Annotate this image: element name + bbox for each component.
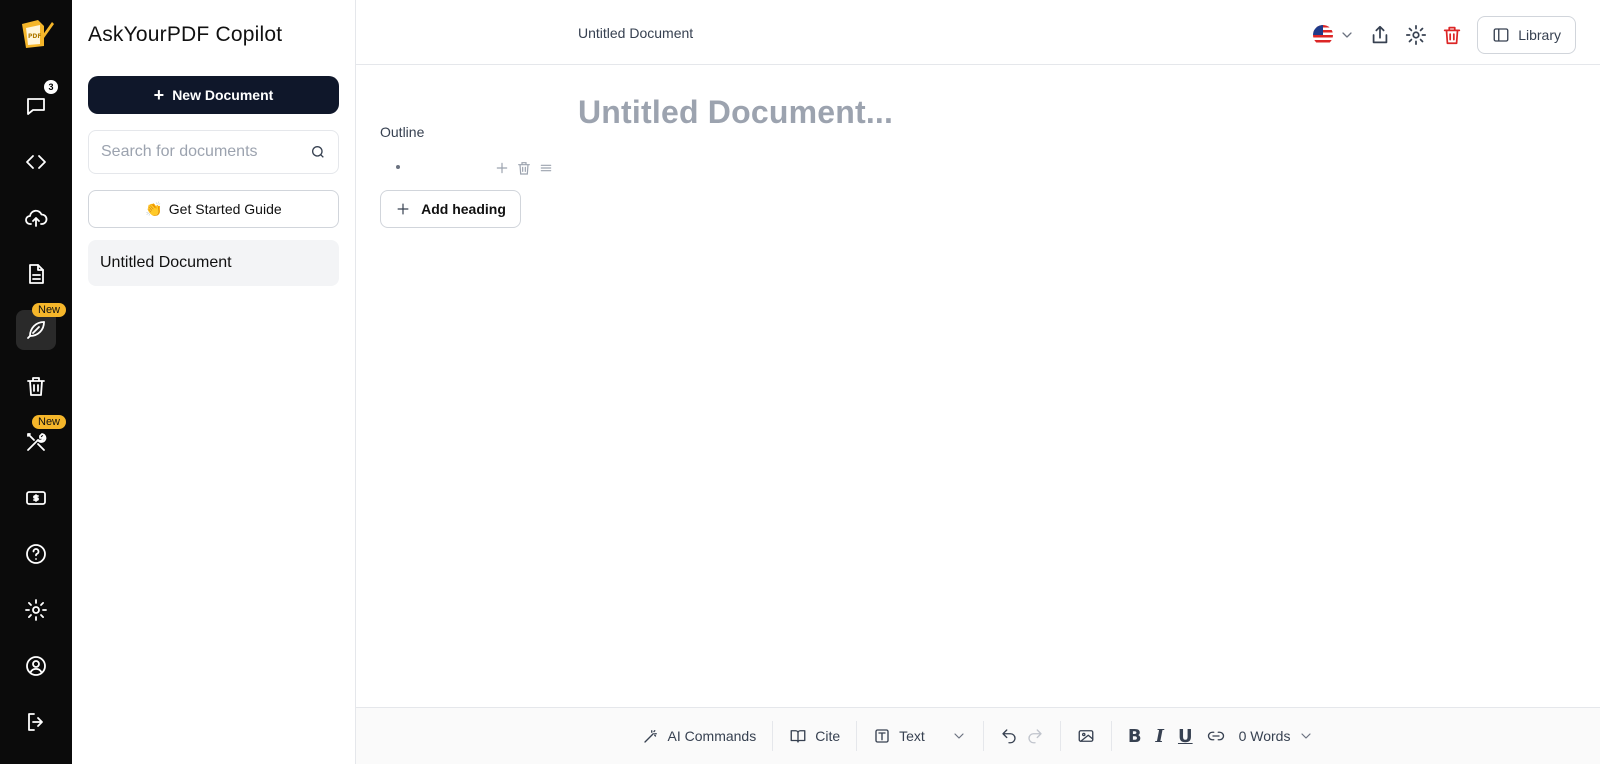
link-icon	[1207, 731, 1224, 741]
italic-button[interactable]: I	[1156, 726, 1164, 747]
new-document-label: New Document	[172, 87, 274, 103]
document-list-item[interactable]: Untitled Document	[88, 240, 339, 286]
text-style-label: Text	[899, 728, 925, 744]
document-search-input[interactable]	[101, 143, 310, 161]
word-count-label: 0 Words	[1238, 728, 1291, 744]
ai-commands-button[interactable]: AI Commands	[642, 727, 757, 745]
undo-icon	[1002, 729, 1016, 744]
word-count-dropdown[interactable]: 0 Words	[1239, 728, 1315, 744]
sidebar-panel-icon	[1493, 28, 1509, 42]
toolbar-group-ai: AI Commands	[626, 721, 774, 751]
document-search	[88, 130, 339, 174]
plus-icon	[397, 203, 409, 215]
insert-image-button[interactable]	[1077, 727, 1095, 745]
cloud-upload-icon	[25, 209, 48, 227]
drag-handle-icon[interactable]	[538, 160, 554, 176]
redo-icon	[1028, 729, 1042, 744]
toolbar-group-format: B I U 0 Words	[1112, 721, 1331, 751]
language-selector[interactable]	[1313, 25, 1355, 45]
undo-button[interactable]	[1000, 727, 1018, 745]
outline-label: Outline	[380, 124, 425, 140]
cite-button[interactable]: Cite	[789, 727, 840, 745]
chat-icon	[27, 98, 45, 115]
chevron-down-icon	[1301, 733, 1312, 739]
trash-icon[interactable]	[516, 160, 532, 176]
tools-icon	[27, 433, 47, 451]
magic-wand-icon	[643, 730, 657, 743]
app-title: AskYourPDF Copilot	[88, 23, 283, 46]
formatting-toolbar: AI Commands Cite Text B I U 0 Words	[356, 707, 1600, 764]
add-heading-button[interactable]: Add heading	[380, 190, 521, 228]
trash-icon	[27, 377, 45, 396]
text-style-dropdown[interactable]: Text	[873, 727, 967, 745]
library-label: Library	[1518, 27, 1561, 43]
top-actions: Library	[1313, 16, 1576, 54]
user-circle-icon	[26, 656, 46, 676]
feather-pen-icon	[27, 321, 45, 339]
share-export-icon[interactable]	[1369, 24, 1391, 46]
library-button[interactable]: Library	[1477, 16, 1576, 54]
book-open-icon	[790, 730, 806, 743]
editor-top-bar: Untitled Document Library	[356, 0, 1600, 65]
svg-text:PDF: PDF	[28, 33, 41, 40]
gear-icon	[25, 599, 47, 621]
document-heading-input[interactable]: Untitled Document...	[578, 94, 893, 131]
get-started-guide-label: Get Started Guide	[168, 201, 282, 217]
image-icon	[1078, 730, 1094, 742]
documents-panel: AskYourPDF Copilot + New Document 👏 Get …	[72, 0, 356, 764]
document-settings-icon[interactable]	[1405, 24, 1427, 46]
askyourpdf-logo-icon[interactable]: PDF	[18, 16, 54, 52]
rail-trash-button[interactable]	[16, 366, 56, 406]
write-new-badge: New	[32, 303, 67, 317]
redo-button[interactable]	[1026, 727, 1044, 745]
help-icon	[26, 544, 46, 564]
add-subheading-icon[interactable]	[494, 160, 510, 176]
icon-rail: PDF 3 New New	[0, 0, 72, 764]
ai-commands-label: AI Commands	[667, 728, 757, 744]
outline-item	[396, 160, 556, 176]
outline-bullet	[396, 165, 400, 169]
delete-document-icon[interactable]	[1441, 24, 1463, 46]
toolbar-group-text-style: Text	[857, 721, 984, 751]
rail-settings-button[interactable]	[16, 590, 56, 630]
cite-label: Cite	[815, 728, 841, 744]
rail-account-button[interactable]	[16, 646, 56, 686]
chat-count-badge: 3	[44, 80, 58, 94]
document-title: Untitled Document	[578, 25, 694, 41]
toolbar-group-media	[1061, 721, 1112, 751]
bold-button[interactable]: B	[1128, 726, 1142, 747]
rail-chat-button[interactable]: 3	[16, 80, 58, 126]
search-icon[interactable]	[310, 144, 326, 160]
chevron-down-icon	[954, 733, 964, 739]
toolbar-group-cite: Cite	[773, 721, 858, 751]
new-document-button[interactable]: + New Document	[88, 76, 339, 114]
logout-icon	[28, 713, 43, 731]
tools-new-badge: New	[32, 415, 67, 429]
code-icon	[26, 155, 46, 169]
add-heading-label: Add heading	[421, 201, 506, 217]
plus-icon: +	[153, 85, 165, 105]
rail-pricing-button[interactable]	[16, 478, 56, 518]
rail-help-button[interactable]	[16, 534, 56, 574]
outline-item-tools	[494, 160, 554, 176]
rail-upload-button[interactable]	[16, 198, 56, 238]
rail-logout-button[interactable]	[16, 702, 56, 742]
document-icon	[29, 264, 44, 284]
text-type-icon	[875, 729, 889, 743]
money-icon	[26, 491, 46, 505]
chevron-down-icon	[1339, 27, 1355, 43]
rail-api-button[interactable]	[16, 142, 56, 182]
toolbar-group-history	[984, 721, 1061, 751]
get-started-guide-button[interactable]: 👏 Get Started Guide	[88, 190, 339, 228]
rail-documents-button[interactable]	[16, 254, 56, 294]
link-button[interactable]	[1207, 727, 1225, 745]
underline-button[interactable]: U	[1178, 726, 1193, 747]
clapping-hands-icon: 👏	[145, 200, 163, 217]
us-flag-icon	[1313, 25, 1334, 45]
